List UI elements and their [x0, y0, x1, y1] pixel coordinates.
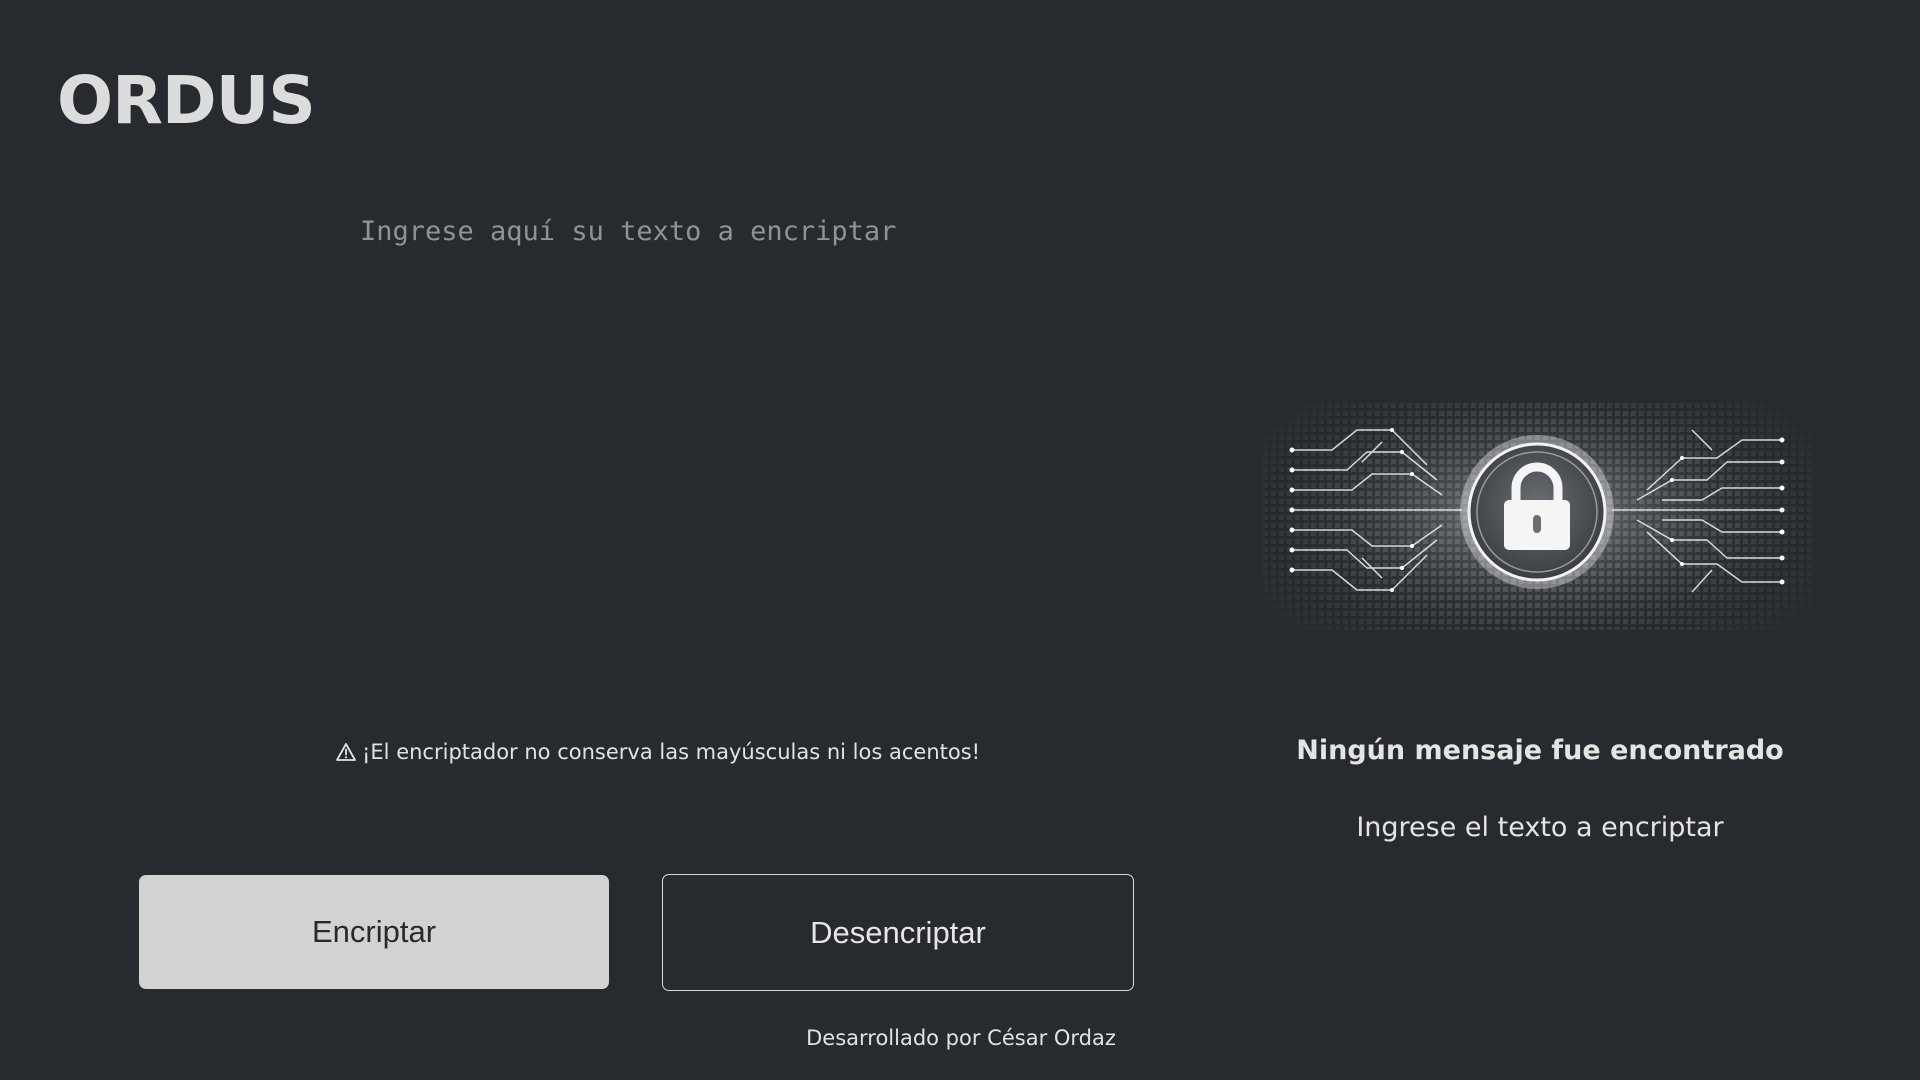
result-title: Ningún mensaje fue encontrado	[1296, 735, 1784, 766]
app-logo: ORDUS	[57, 62, 316, 139]
footer-credit: Desarrollado por César Ordaz	[0, 1026, 1920, 1050]
app-page: ORDUS ¡El encriptador no conserva las ma…	[0, 0, 1920, 1080]
decrypt-button[interactable]: Desencriptar	[662, 874, 1134, 991]
encrypt-button[interactable]: Encriptar	[139, 875, 609, 989]
result-subtitle: Ingrese el texto a encriptar	[1356, 812, 1724, 843]
text-input[interactable]	[360, 210, 1100, 690]
footer-credit-text: Desarrollado por César Ordaz	[806, 1026, 1116, 1050]
warning-text: ¡El encriptador no conserva las mayúscul…	[362, 740, 981, 764]
lock-circuit-icon	[1262, 385, 1812, 645]
warning-message: ¡El encriptador no conserva las mayúscul…	[336, 740, 980, 764]
warning-triangle-icon	[336, 743, 356, 761]
